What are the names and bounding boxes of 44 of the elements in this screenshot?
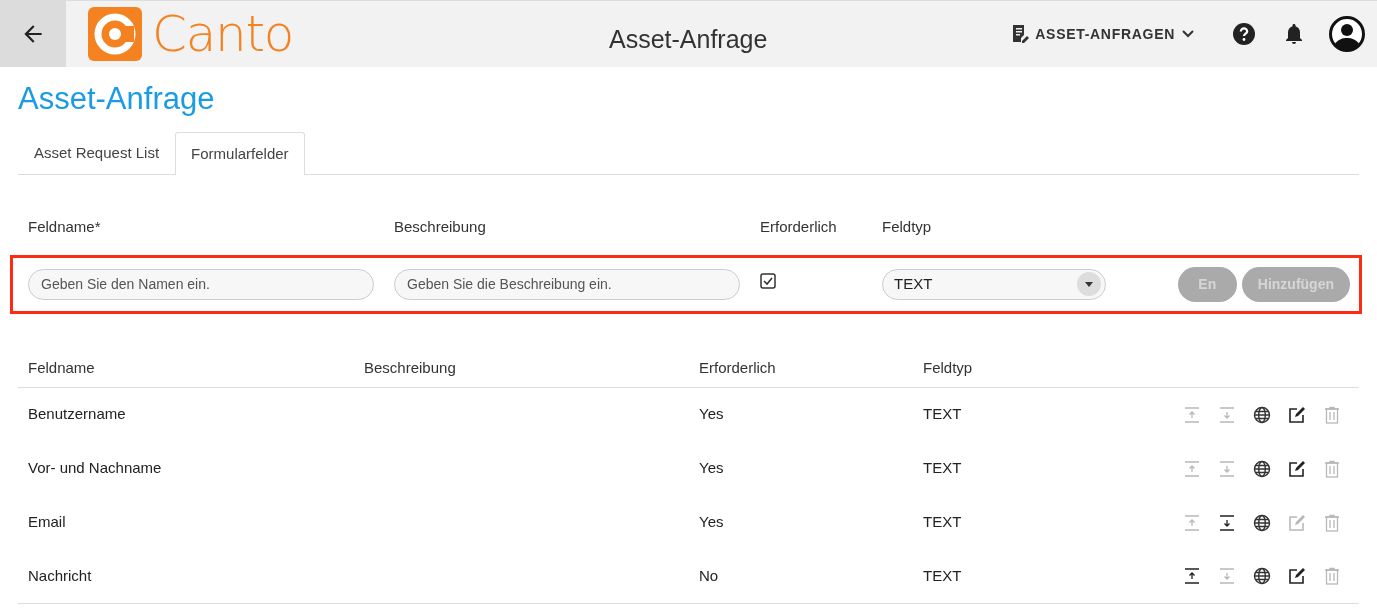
- avatar-icon[interactable]: [1329, 16, 1365, 52]
- logo-text: Canto: [152, 9, 294, 59]
- help-icon[interactable]: [1233, 23, 1255, 45]
- globe-icon[interactable]: [1253, 405, 1271, 424]
- table-cell: TEXT: [923, 566, 962, 584]
- column-label: Feldname*: [28, 218, 101, 235]
- column-header: Beschreibung: [364, 358, 456, 376]
- type-select[interactable]: TEXT: [882, 268, 1106, 300]
- name-field[interactable]: Geben Sie den Namen ein.: [28, 268, 374, 300]
- table-cell: TEXT: [923, 405, 962, 423]
- table-cell: Email: [28, 513, 66, 531]
- column-header: Feldname: [28, 358, 95, 376]
- dropdown-caret-icon: [1077, 272, 1101, 296]
- edit-icon[interactable]: [1288, 567, 1306, 585]
- bell-icon[interactable]: [1285, 23, 1303, 45]
- edit-icon[interactable]: [1288, 405, 1306, 424]
- globe-icon[interactable]: [1253, 459, 1271, 478]
- globe-icon[interactable]: [1253, 567, 1271, 585]
- window-title: Asset-Anfrage: [609, 24, 768, 55]
- table-cell: Vor- und Nachname: [28, 459, 162, 477]
- table-cell: No: [699, 566, 719, 584]
- table-cell: Yes: [699, 513, 724, 531]
- move-down-icon[interactable]: [1218, 513, 1236, 532]
- tab[interactable]: Asset Request List: [18, 132, 176, 175]
- move-up-icon[interactable]: [1183, 567, 1201, 585]
- table-cell: Yes: [699, 459, 724, 477]
- table-cell: TEXT: [923, 513, 962, 531]
- column-label: Erforderlich: [760, 218, 837, 235]
- column-label: Feldtyp: [882, 218, 932, 235]
- table-cell: Nachricht: [28, 566, 92, 584]
- required-checkbox[interactable]: [760, 273, 776, 289]
- column-header: Feldtyp: [923, 358, 973, 376]
- page-title: Asset-Anfrage: [18, 81, 216, 117]
- table-cell: TEXT: [923, 459, 962, 477]
- table-cell: Benutzername: [28, 405, 126, 423]
- asset-requests-menu[interactable]: ASSET-ANFRAGEN: [1009, 23, 1195, 45]
- description-field[interactable]: Geben Sie die Beschreibung ein.: [394, 268, 740, 300]
- column-header: Erforderlich: [699, 358, 776, 376]
- logo-icon: [88, 7, 142, 61]
- table-cell: Yes: [699, 405, 724, 423]
- tab[interactable]: Formularfelder: [175, 132, 305, 175]
- column-label: Beschreibung: [394, 218, 486, 235]
- edit-icon[interactable]: [1288, 459, 1306, 478]
- globe-icon[interactable]: [1253, 513, 1271, 532]
